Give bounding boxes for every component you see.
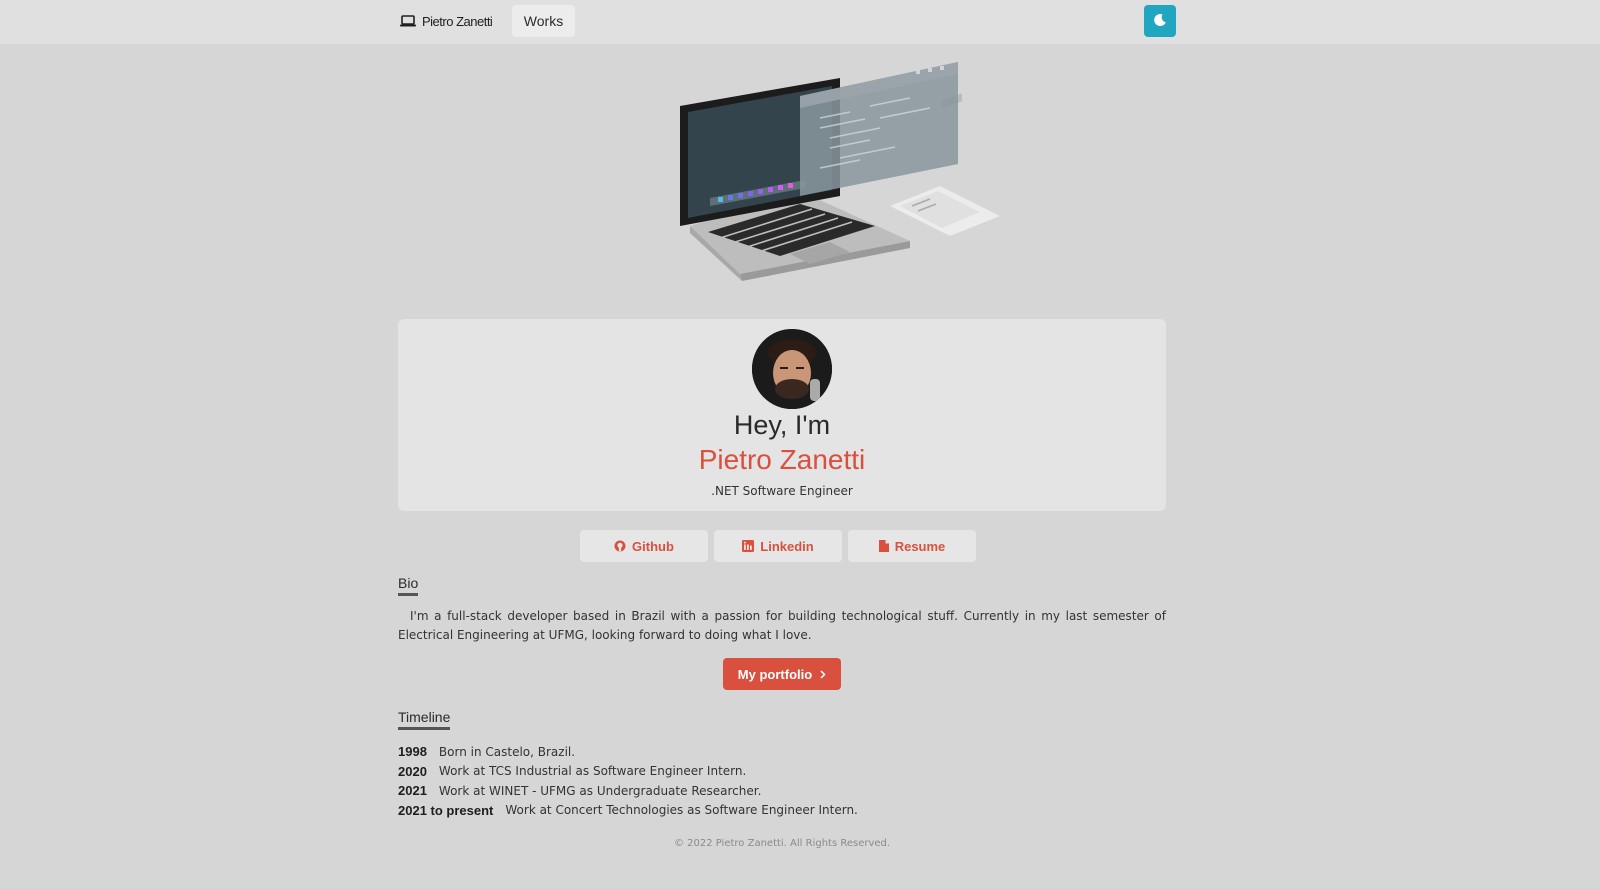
greeting-text: Hey, I'm (733, 410, 831, 440)
bio-heading: Bio (398, 575, 419, 596)
document-icon (878, 540, 889, 552)
timeline-item: 2021 to present Work at Concert Technolo… (398, 801, 1166, 821)
laptop-icon (400, 15, 416, 27)
timeline-item: 2021 Work at WINET - UFMG as Undergradua… (398, 781, 1166, 801)
timeline-year: 1998 (398, 744, 427, 760)
portfolio-label: My portfolio (737, 666, 813, 682)
logo-text: Pietro Zanetti (422, 13, 493, 29)
timeline-item: 1998 Born in Castelo, Brazil. (398, 742, 1166, 762)
resume-button[interactable]: Resume (848, 530, 976, 562)
github-button[interactable]: Github (580, 530, 708, 562)
site-logo[interactable]: Pietro Zanetti (400, 11, 493, 31)
linkedin-icon (742, 540, 755, 552)
timeline-year: 2021 to present (398, 802, 494, 818)
timeline-year: 2020 (398, 763, 427, 779)
avatar (752, 329, 832, 409)
moon-icon (1153, 12, 1167, 31)
theme-toggle-button[interactable] (1144, 5, 1176, 37)
timeline-text: Born in Castelo, Brazil. (438, 744, 576, 759)
chevron-right-icon (820, 667, 826, 682)
timeline-heading: Timeline (398, 709, 451, 730)
footer-copyright: © 2022 Pietro Zanetti. All Rights Reserv… (673, 838, 891, 849)
timeline-text: Work at WINET - UFMG as Undergraduate Re… (438, 783, 762, 798)
bio-paragraph: I'm a full-stack developer based in Braz… (398, 609, 1166, 642)
profile-name: Pietro Zanetti (698, 444, 866, 475)
github-label: Github (632, 538, 674, 554)
timeline-list: 1998 Born in Castelo, Brazil. 2020 Work … (398, 742, 1166, 820)
my-portfolio-button[interactable]: My portfolio (723, 658, 841, 690)
laptop-illustration (680, 62, 1000, 281)
profile-role: .NET Software Engineer (711, 484, 853, 498)
linkedin-button[interactable]: Linkedin (714, 530, 842, 562)
hero-illustration (680, 56, 1010, 286)
timeline-text: Work at TCS Industrial as Software Engin… (438, 764, 747, 779)
resume-label: Resume (894, 538, 946, 554)
timeline-year: 2021 (398, 783, 427, 799)
linkedin-label: Linkedin (760, 538, 814, 554)
timeline-text: Work at Concert Technologies as Software… (505, 803, 858, 818)
timeline-item: 2020 Work at TCS Industrial as Software … (398, 762, 1166, 782)
nav-works-link[interactable]: Works (512, 5, 575, 37)
top-nav: Pietro Zanetti Works (0, 0, 1600, 44)
github-icon (614, 540, 626, 552)
